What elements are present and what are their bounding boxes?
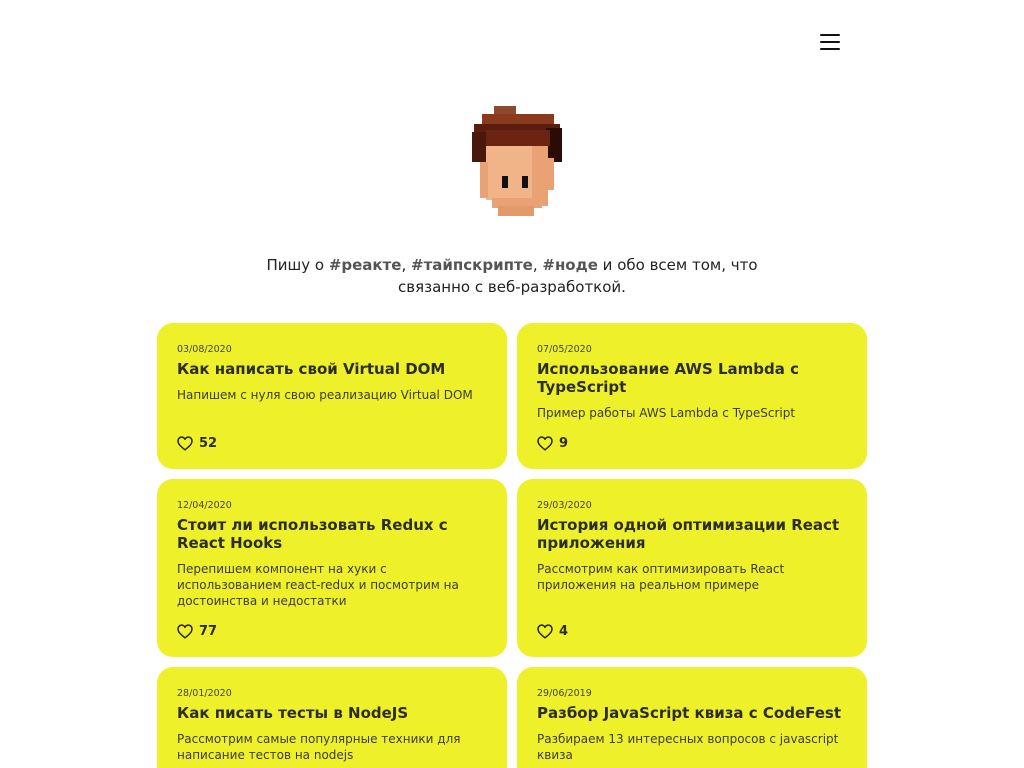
post-card[interactable]: 29/06/2019 Разбор JavaScript квиза с Cod… [517, 667, 867, 768]
likes-count: 77 [199, 624, 218, 639]
likes-count: 4 [559, 624, 569, 639]
likes-count: 52 [199, 436, 218, 451]
post-description: Рассмотрим как оптимизировать React прил… [537, 562, 785, 592]
post-card[interactable]: 07/05/2020 Использование AWS Lambda с Ty… [517, 323, 867, 469]
likes-count: 9 [559, 436, 569, 451]
post-date: 28/01/2020 [177, 688, 232, 699]
intro-prefix: Пишу о [266, 256, 329, 274]
post-card[interactable]: 29/03/2020 История одной оптимизации Rea… [517, 479, 867, 657]
post-title[interactable]: Как писать тесты в NodeJS [177, 704, 487, 722]
post-card[interactable]: 03/08/2020 Как написать свой Virtual DOM… [157, 323, 507, 469]
post-title[interactable]: Стоит ли использовать Redux с React Hook… [177, 516, 487, 552]
tag-react[interactable]: #реакте [329, 256, 402, 274]
post-card[interactable]: 12/04/2020 Стоит ли использовать Redux с… [157, 479, 507, 657]
post-description: Перепишем компонент на хуки с использова… [177, 562, 459, 608]
heart-icon[interactable] [177, 436, 193, 451]
heart-icon[interactable] [537, 624, 553, 639]
hamburger-menu-icon [820, 34, 840, 36]
post-description: Рассмотрим самые популярные техники для … [177, 732, 461, 762]
post-card[interactable]: 28/01/2020 Как писать тесты в NodeJS Рас… [157, 667, 507, 768]
post-title[interactable]: Использование AWS Lambda с TypeScript [537, 360, 847, 396]
post-likes[interactable]: 52 [177, 436, 217, 451]
intro-separator: , [401, 256, 412, 274]
page: Пишу о #реакте, #тайпскрипте, #ноде и об… [0, 0, 1024, 768]
post-date: 29/03/2020 [537, 500, 592, 511]
post-date: 29/06/2019 [537, 688, 592, 699]
tag-typescript[interactable]: #тайпскрипте [411, 256, 533, 274]
intro-text: Пишу о #реакте, #тайпскрипте, #ноде и об… [262, 254, 762, 298]
post-description: Пример работы AWS Lambda с TypeScript [537, 406, 796, 420]
post-likes[interactable]: 9 [537, 436, 568, 451]
heart-icon[interactable] [537, 436, 553, 451]
post-date: 07/05/2020 [537, 344, 592, 355]
post-title[interactable]: История одной оптимизации React приложен… [537, 516, 847, 552]
hamburger-menu-icon-line [820, 41, 840, 43]
menu-button[interactable] [816, 30, 844, 54]
post-likes[interactable]: 77 [177, 624, 217, 639]
post-description: Разбираем 13 интересных вопросов с javas… [537, 732, 839, 762]
post-date: 12/04/2020 [177, 500, 232, 511]
posts-grid: 03/08/2020 Как написать свой Virtual DOM… [157, 323, 867, 768]
post-likes[interactable]: 4 [537, 624, 568, 639]
post-date: 03/08/2020 [177, 344, 232, 355]
intro-separator: , [532, 256, 543, 274]
heart-icon[interactable] [177, 624, 193, 639]
avatar [472, 106, 562, 216]
post-title[interactable]: Разбор JavaScript квиза с CodeFest [537, 704, 847, 722]
tag-node[interactable]: #ноде [542, 256, 598, 274]
hamburger-menu-icon-line [820, 48, 840, 50]
post-description: Напишем с нуля свою реализацию Virtual D… [177, 388, 473, 402]
post-title[interactable]: Как написать свой Virtual DOM [177, 360, 487, 378]
